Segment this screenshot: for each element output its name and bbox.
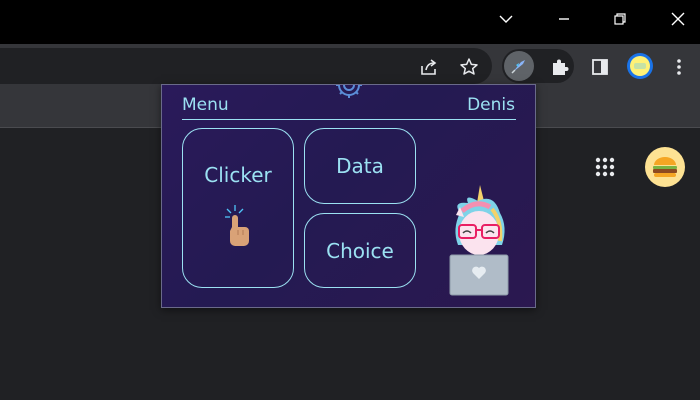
- choice-tile[interactable]: Choice: [304, 213, 416, 288]
- close-icon: [671, 12, 685, 26]
- rocket-extension-icon: [511, 60, 525, 74]
- close-button[interactable]: [650, 4, 700, 34]
- header-divider: [182, 119, 516, 120]
- unicorn-laptop-illustration: [449, 185, 509, 296]
- data-tile[interactable]: Data: [304, 128, 416, 204]
- choice-label: Choice: [326, 238, 394, 263]
- extension-popup: Menu Denis Clicker Data Choice: [161, 84, 536, 308]
- tab-search-button[interactable]: [478, 4, 534, 34]
- apps-grid-icon: [595, 157, 615, 177]
- puzzle-icon: [553, 59, 569, 75]
- menu-label: Menu: [182, 95, 229, 115]
- chevron-down-icon: [499, 15, 513, 23]
- bookmark-button[interactable]: [456, 54, 482, 80]
- share-button[interactable]: [416, 54, 442, 80]
- profile-button[interactable]: [625, 51, 655, 81]
- pointing-finger-icon: [225, 205, 249, 246]
- google-apps-button[interactable]: [590, 152, 620, 182]
- restore-button[interactable]: [592, 4, 648, 34]
- clicker-tile[interactable]: Clicker: [182, 128, 294, 288]
- gear-icon[interactable]: [328, 84, 370, 107]
- share-icon: [421, 59, 437, 75]
- data-label: Data: [336, 154, 384, 178]
- clicker-label: Clicker: [204, 163, 272, 187]
- restore-icon: [614, 13, 626, 25]
- profile-avatar-icon: [627, 53, 653, 79]
- minimize-icon: [559, 18, 569, 20]
- star-icon: [460, 58, 478, 75]
- account-button[interactable]: [644, 146, 686, 188]
- minimize-button[interactable]: [536, 4, 592, 34]
- side-panel-button[interactable]: [586, 53, 614, 81]
- more-vert-icon: [677, 59, 681, 75]
- side-panel-icon: [592, 59, 608, 75]
- chrome-menu-button[interactable]: [668, 53, 690, 81]
- active-extension-button[interactable]: [504, 51, 534, 81]
- user-name: Denis: [467, 95, 515, 115]
- extensions-button[interactable]: [546, 53, 574, 81]
- title-bar: [0, 0, 700, 44]
- burger-avatar-icon: [645, 147, 685, 187]
